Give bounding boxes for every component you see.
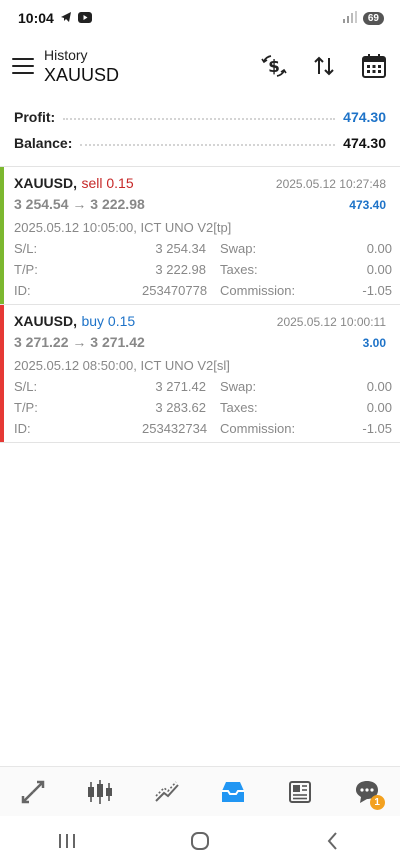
calendar-icon[interactable] <box>360 52 388 80</box>
taxes-label: Taxes: <box>220 262 258 277</box>
page-subtitle: History <box>44 46 88 63</box>
sl-value: 3 254.34 <box>155 241 206 256</box>
swap-value: 0.00 <box>366 379 392 394</box>
battery-indicator: 69 <box>362 11 384 25</box>
id-value: 253432734 <box>142 421 208 436</box>
commission-value: -1.05 <box>362 421 392 436</box>
trade-indicator-bar <box>0 305 4 442</box>
id-value: 253470778 <box>142 283 208 298</box>
sl-label: S/L: <box>14 241 38 256</box>
chart-icon[interactable] <box>80 772 120 812</box>
profit-label: Profit: <box>14 109 56 125</box>
dotted-leader <box>80 144 336 146</box>
trade-open-info: 2025.05.12 10:05:00, ICT UNO V2[tp] <box>14 220 232 235</box>
bottom-nav: 1 <box>0 766 400 816</box>
tp-value: 3 222.98 <box>155 262 206 277</box>
history-summary: Profit: 474.30 Balance: 474.30 <box>0 96 400 167</box>
trade-details: S/L: 3 271.42 Swap: 0.00 T/P: 3 283.62 T… <box>14 379 392 436</box>
home-icon[interactable] <box>180 821 220 861</box>
taxes-value: 0.00 <box>366 262 392 277</box>
history-icon[interactable] <box>213 772 253 812</box>
quotes-icon[interactable] <box>147 772 187 812</box>
trade-item[interactable]: XAUUSD, sell 0.15 2025.05.12 10:27:48 3 … <box>0 167 400 305</box>
status-bar: 10:04 69 <box>0 0 400 36</box>
trade-profit: 473.40 <box>349 198 386 212</box>
taxes-value: 0.00 <box>366 400 392 415</box>
menu-icon[interactable] <box>12 58 34 74</box>
telegram-icon <box>60 10 72 26</box>
trade-direction: sell 0.15 <box>81 175 134 191</box>
sl-label: S/L: <box>14 379 38 394</box>
trade-close-time: 2025.05.12 10:27:48 <box>275 177 386 191</box>
profit-value: 474.30 <box>343 109 386 125</box>
trade-icon[interactable] <box>13 772 53 812</box>
balance-label: Balance: <box>14 135 73 151</box>
recent-apps-icon[interactable] <box>47 821 87 861</box>
trade-item[interactable]: XAUUSD, buy 0.15 2025.05.12 10:00:11 3 2… <box>0 305 400 443</box>
trade-symbol: XAUUSD, <box>14 175 78 191</box>
dotted-leader <box>63 118 336 120</box>
trade-symbol: XAUUSD, <box>14 313 78 329</box>
page-title[interactable]: XAUUSD <box>44 65 260 86</box>
sort-icon[interactable] <box>310 52 338 80</box>
balance-row: Balance: 474.30 <box>14 130 386 156</box>
tp-label: T/P: <box>14 400 38 415</box>
trade-open-info: 2025.05.12 08:50:00, ICT UNO V2[sl] <box>14 358 230 373</box>
profit-row: Profit: 474.30 <box>14 104 386 130</box>
trade-direction: buy 0.15 <box>81 313 136 329</box>
swap-label: Swap: <box>220 241 257 256</box>
trade-details: S/L: 3 254.34 Swap: 0.00 T/P: 3 222.98 T… <box>14 241 392 298</box>
commission-value: -1.05 <box>362 283 392 298</box>
commission-label: Commission: <box>220 421 296 436</box>
status-time: 10:04 <box>18 10 54 26</box>
commission-label: Commission: <box>220 283 296 298</box>
news-icon[interactable] <box>280 772 320 812</box>
trade-close-time: 2025.05.12 10:00:11 <box>276 315 386 329</box>
back-icon[interactable] <box>313 821 353 861</box>
id-label: ID: <box>14 421 31 436</box>
svg-text:$: $ <box>268 57 280 77</box>
id-label: ID: <box>14 283 31 298</box>
trade-profit: 3.00 <box>362 336 386 350</box>
app-bar: History XAUUSD $ <box>0 36 400 96</box>
swap-label: Swap: <box>220 379 257 394</box>
system-nav-bar <box>0 816 400 866</box>
trade-indicator-bar <box>0 167 4 304</box>
swap-value: 0.00 <box>366 241 392 256</box>
trade-prices: 3 271.22 → 3 271.42 <box>14 334 145 350</box>
sl-value: 3 271.42 <box>155 379 206 394</box>
tp-label: T/P: <box>14 262 38 277</box>
tp-value: 3 283.62 <box>155 400 206 415</box>
signal-icon <box>342 10 357 26</box>
chat-icon[interactable]: 1 <box>347 772 387 812</box>
taxes-label: Taxes: <box>220 400 258 415</box>
chat-badge: 1 <box>369 794 385 810</box>
trade-prices: 3 254.54 → 3 222.98 <box>14 196 145 212</box>
youtube-icon <box>77 10 92 26</box>
currency-exchange-icon[interactable]: $ <box>260 52 288 80</box>
balance-value: 474.30 <box>343 135 386 151</box>
